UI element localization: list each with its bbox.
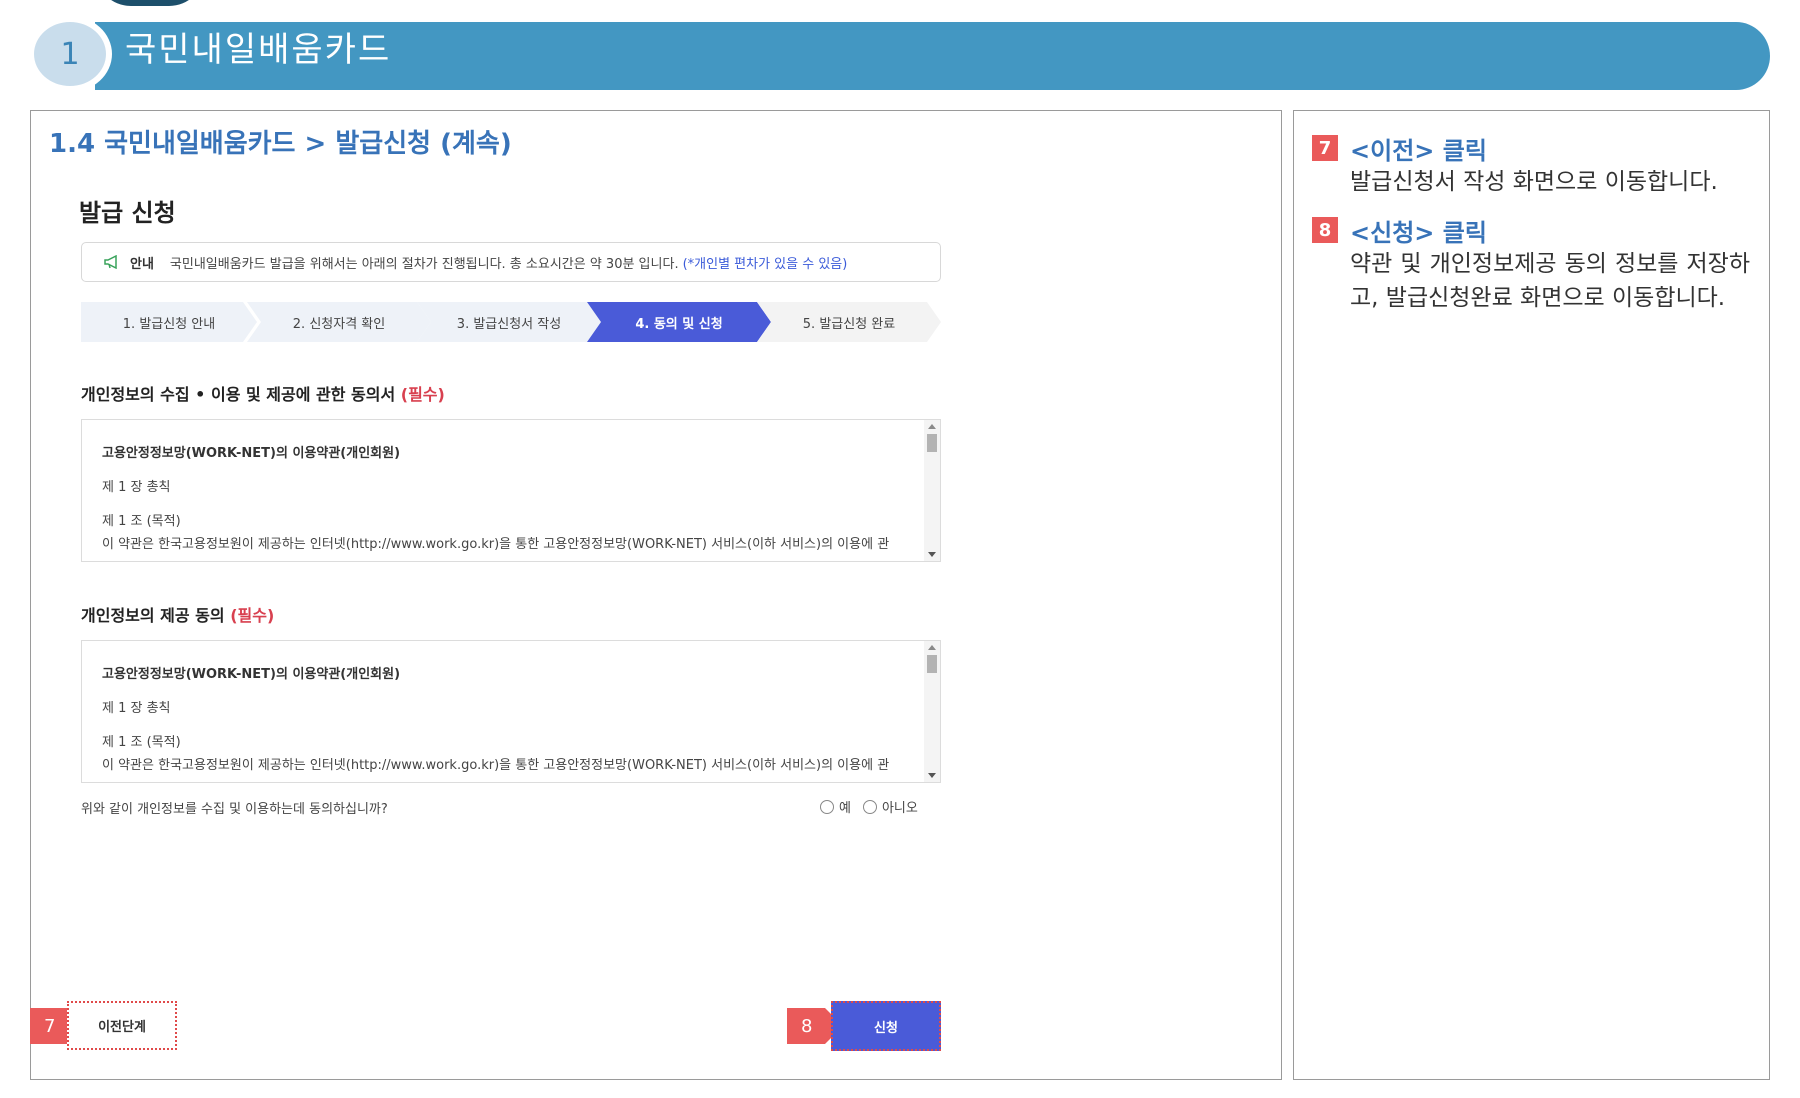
notice-extra: (*개인별 편차가 있을 수 있음) bbox=[682, 256, 848, 272]
note-7-title: <이전> 클릭 bbox=[1350, 137, 1487, 165]
agreement1-required: (필수) bbox=[400, 385, 445, 404]
scroll-thumb[interactable] bbox=[927, 434, 937, 452]
note-8-body: 약관 및 개인정보제공 동의 정보를 저장하고, 발급신청완료 화면으로 이동합… bbox=[1350, 251, 1750, 311]
step-2: 2. 신청자격 확인 bbox=[247, 302, 431, 342]
banner-decoration bbox=[95, 0, 205, 6]
terms1-article: 제 1 조 (목적) bbox=[102, 514, 181, 529]
radio-yes-label: 예 bbox=[839, 801, 851, 816]
terms2-chapter: 제 1 장 총칙 bbox=[102, 701, 171, 716]
agreement2-heading: 개인정보의 제공 동의 (필수) bbox=[81, 602, 274, 626]
terms2-scrollbar[interactable] bbox=[924, 641, 940, 782]
scroll-up-icon[interactable] bbox=[928, 424, 936, 429]
chapter-title: 국민내일배움카드 bbox=[125, 30, 392, 70]
terms1-body: 이 약관은 한국고용정보원이 제공하는 인터넷(http://www.work.… bbox=[102, 537, 890, 552]
note-7-body: 발급신청서 작성 화면으로 이동합니다. bbox=[1350, 169, 1718, 195]
terms1-title: 고용안정정보망(WORK-NET)의 이용약관(개인회원) bbox=[102, 446, 401, 461]
screenshot-panel: 1.4 국민내일배움카드 > 발급신청 (계속) 발급 신청 안내 국민내일배움… bbox=[30, 110, 1282, 1080]
consent-radio-group: 예 아니오 bbox=[820, 797, 930, 816]
radio-no-label: 아니오 bbox=[881, 801, 918, 816]
consent-question: 위와 같이 개인정보를 수집 및 이용하는데 동의하십니까? bbox=[81, 802, 388, 817]
terms2-article: 제 1 조 (목적) bbox=[102, 735, 181, 750]
step-5: 5. 발급신청 완료 bbox=[757, 302, 941, 342]
step-3: 3. 발급신청서 작성 bbox=[417, 302, 601, 342]
note-7-badge: 7 bbox=[1312, 135, 1338, 161]
scroll-up-icon[interactable] bbox=[928, 645, 936, 650]
step-4: 4. 동의 및 신청 bbox=[587, 302, 771, 342]
agreement1-heading-text: 개인정보의 수집 • 이용 및 제공에 관한 동의서 bbox=[81, 385, 396, 404]
terms2-title: 고용안정정보망(WORK-NET)의 이용약관(개인회원) bbox=[102, 667, 401, 682]
note-8-title: <신청> 클릭 bbox=[1350, 219, 1487, 247]
terms-box-1[interactable]: 고용안정정보망(WORK-NET)의 이용약관(개인회원) 제 1 장 총칙 제… bbox=[81, 419, 941, 562]
radio-yes-circle[interactable] bbox=[820, 799, 834, 814]
progress-stepper: 1. 발급신청 안내 2. 신청자격 확인 3. 발급신청서 작성 4. 동의 … bbox=[81, 302, 941, 342]
prev-step-button[interactable]: 이전단계 bbox=[67, 1001, 177, 1050]
notice-text: 국민내일배움카드 발급을 위해서는 아래의 절차가 진행됩니다. 총 소요시간은… bbox=[169, 256, 679, 272]
scroll-down-icon[interactable] bbox=[928, 773, 936, 778]
section-heading: 1.4 국민내일배움카드 > 발급신청 (계속) bbox=[49, 129, 512, 159]
chapter-number: 1 bbox=[28, 16, 112, 92]
instructions-panel: 7 <이전> 클릭 발급신청서 작성 화면으로 이동합니다. 8 <신청> 클릭… bbox=[1293, 110, 1770, 1080]
radio-no[interactable]: 아니오 bbox=[862, 797, 918, 816]
scroll-down-icon[interactable] bbox=[928, 552, 936, 557]
agreement1-heading: 개인정보의 수집 • 이용 및 제공에 관한 동의서 (필수) bbox=[81, 381, 445, 405]
radio-no-circle[interactable] bbox=[862, 799, 877, 814]
notice-box: 안내 국민내일배움카드 발급을 위해서는 아래의 절차가 진행됩니다. 총 소요… bbox=[81, 242, 941, 282]
page-title: 발급 신청 bbox=[79, 199, 176, 227]
terms2-body: 이 약관은 한국고용정보원이 제공하는 인터넷(http://www.work.… bbox=[102, 758, 890, 773]
terms-box-2[interactable]: 고용안정정보망(WORK-NET)의 이용약관(개인회원) 제 1 장 총칙 제… bbox=[81, 640, 941, 783]
radio-yes[interactable]: 예 bbox=[820, 797, 851, 816]
agreement2-required: (필수) bbox=[230, 606, 275, 625]
terms1-scrollbar[interactable] bbox=[924, 420, 940, 561]
step-1: 1. 발급신청 안내 bbox=[81, 302, 257, 342]
notice-label: 안내 bbox=[130, 256, 154, 272]
agreement2-heading-text: 개인정보의 제공 동의 bbox=[81, 606, 225, 625]
terms1-chapter: 제 1 장 총칙 bbox=[102, 480, 171, 495]
note-8-badge: 8 bbox=[1312, 217, 1338, 243]
scroll-thumb[interactable] bbox=[927, 655, 937, 673]
megaphone-icon bbox=[104, 255, 117, 269]
submit-button[interactable]: 신청 bbox=[831, 1001, 941, 1051]
